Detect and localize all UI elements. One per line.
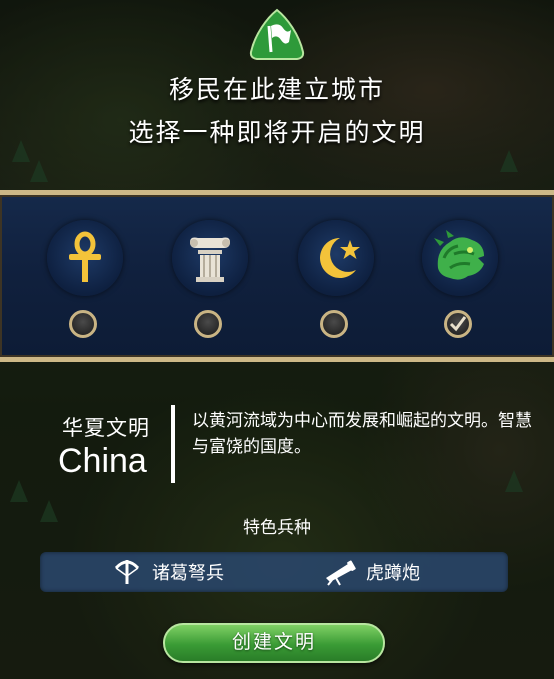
- civilization-selector: [0, 190, 554, 362]
- column-capital-icon: [172, 220, 248, 296]
- divider: [171, 405, 175, 483]
- dragon-head-icon: [422, 220, 498, 296]
- civ-radio[interactable]: [69, 310, 97, 338]
- civ-option-crescent[interactable]: [296, 220, 376, 340]
- civ-description: 以黄河流域为中心而发展和崛起的文明。智慧与富饶的国度。: [192, 411, 532, 456]
- crossbow-icon: [114, 560, 140, 584]
- special-units-label: 特色兵种: [243, 518, 311, 537]
- ankh-icon: [47, 220, 123, 296]
- unit-crossbow[interactable]: 诸葛弩兵: [112, 558, 224, 586]
- create-civ-button[interactable]: 创建文明: [163, 623, 385, 663]
- tree-decoration: [30, 160, 48, 182]
- civ-name-english: China: [58, 442, 147, 480]
- tree-decoration: [500, 150, 518, 172]
- unit-name: 诸葛弩兵: [152, 563, 224, 583]
- civ-name-chinese: 华夏文明: [62, 417, 150, 440]
- crescent-star-icon: [298, 220, 374, 296]
- header-line-1: 移民在此建立城市: [168, 75, 385, 104]
- unit-name: 虎蹲炮: [366, 563, 420, 583]
- civ-option-ankh[interactable]: [45, 220, 125, 340]
- settler-flag-icon: [247, 8, 307, 62]
- unit-cannon[interactable]: 虎蹲炮: [322, 558, 420, 586]
- civ-option-column[interactable]: [170, 220, 250, 340]
- tree-decoration: [505, 470, 523, 492]
- cannon-icon: [326, 560, 356, 586]
- civ-option-dragon[interactable]: [420, 220, 500, 340]
- civ-radio[interactable]: [194, 310, 222, 338]
- civ-radio[interactable]: [320, 310, 348, 338]
- check-icon: [449, 316, 467, 332]
- header-line-2: 选择一种即将开启的文明: [128, 118, 426, 147]
- civ-radio-checked[interactable]: [444, 310, 472, 338]
- tree-decoration: [10, 480, 28, 502]
- special-units-panel: 诸葛弩兵 虎蹲炮: [40, 552, 508, 592]
